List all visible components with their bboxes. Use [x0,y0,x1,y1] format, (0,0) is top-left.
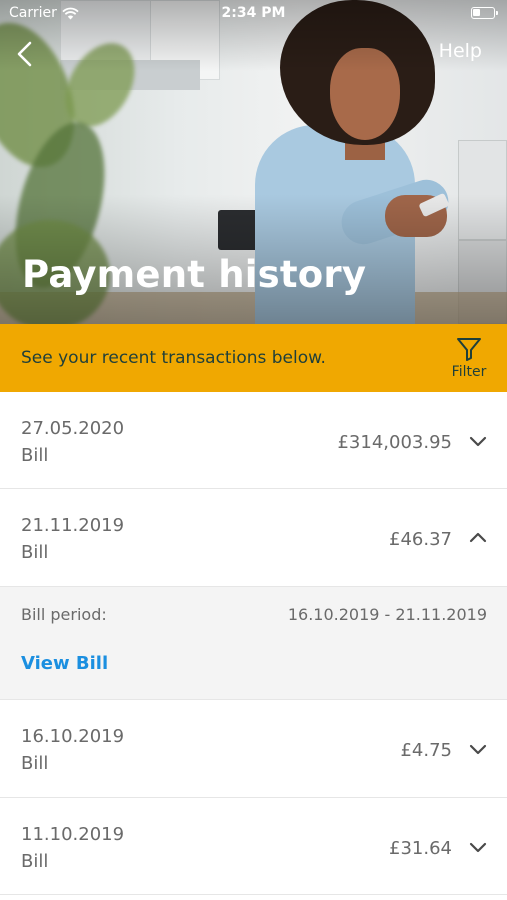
chevron-down-icon[interactable] [469,840,487,854]
transaction-date: 27.05.2020 [21,418,125,439]
transaction-date: 21.11.2019 [21,515,125,536]
chevron-left-icon [17,41,32,67]
transaction-amount: £314,003.95 [337,432,452,453]
funnel-icon [457,338,481,361]
transaction-amount: £46.37 [389,529,452,550]
transaction-row[interactable]: 21.11.2019 Bill £46.37 [0,489,507,587]
transaction-amount: £31.64 [389,838,452,859]
bill-period-value: 16.10.2019 - 21.11.2019 [287,605,487,624]
banner-message: See your recent transactions below. [21,348,326,368]
info-banner: See your recent transactions below. Filt… [0,324,507,392]
transaction-amount: £4.75 [400,740,452,761]
transaction-date: 16.10.2019 [21,726,125,747]
battery-icon [471,7,498,19]
filter-button[interactable]: Filter [449,336,489,380]
status-time: 2:34 PM [221,5,286,21]
help-link[interactable]: Help [439,40,482,62]
transaction-date: 11.10.2019 [21,824,125,845]
chevron-up-icon[interactable] [469,531,487,545]
page-title: Payment history [22,253,367,296]
back-button[interactable] [12,38,40,70]
bill-period-label: Bill period: [21,605,107,624]
transaction-row[interactable]: 27.05.2020 Bill £314,003.95 [0,392,507,489]
transaction-type: Bill [21,753,49,774]
transaction-type: Bill [21,851,49,872]
transaction-type: Bill [21,445,49,466]
chevron-down-icon[interactable] [469,434,487,448]
filter-label: Filter [451,364,487,380]
transaction-row[interactable]: 11.10.2019 Bill £31.64 [0,798,507,895]
status-bar: Carrier 2:34 PM [0,0,507,28]
view-bill-link[interactable]: View Bill [21,653,108,674]
transaction-type: Bill [21,542,49,563]
transaction-row[interactable]: 16.10.2019 Bill £4.75 [0,700,507,798]
transaction-detail-panel: Bill period: 16.10.2019 - 21.11.2019 Vie… [0,587,507,700]
chevron-down-icon[interactable] [469,742,487,756]
